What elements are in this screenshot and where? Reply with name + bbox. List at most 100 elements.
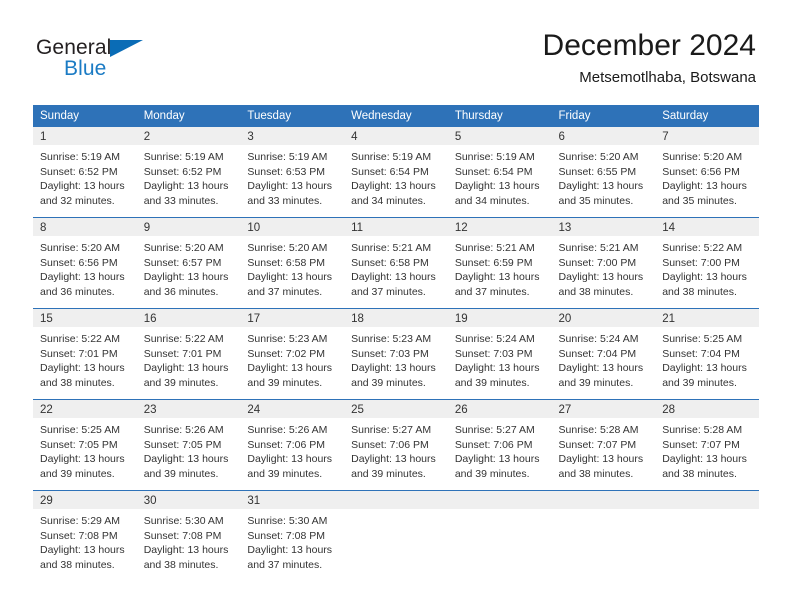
sunrise-time: Sunrise: 5:22 AM [143, 333, 224, 345]
calendar-day-cell[interactable]: 12 Sunrise: 5:21 AM Sunset: 6:59 PM Dayligh… [447, 217, 552, 309]
daylight-duration-line2: and 32 minutes. [40, 194, 115, 207]
calendar-day-cell[interactable]: 21 Sunrise: 5:25 AM Sunset: 7:04 PM Dayligh… [655, 308, 759, 400]
sunrise-time: Sunrise: 5:28 AM [662, 424, 743, 436]
day-details: Sunrise: 5:20 AM Sunset: 6:56 PM Daylight:… [655, 145, 759, 208]
day-details: Sunrise: 5:26 AM Sunset: 7:06 PM Daylight:… [240, 418, 344, 481]
day-details: Sunrise: 5:30 AM Sunset: 7:08 PM Daylight:… [240, 509, 344, 572]
daylight-duration-line1: Daylight: 13 hours [40, 180, 125, 193]
sunset-time: Sunset: 7:03 PM [351, 347, 429, 360]
day-number: 17 [240, 309, 345, 327]
daylight-duration-line2: and 33 minutes. [143, 194, 219, 207]
weekday-header-thursday: Thursday [447, 105, 552, 127]
calendar-day-cell[interactable]: 16 Sunrise: 5:22 AM Sunset: 7:01 PM Dayligh… [136, 308, 241, 400]
day-number: 20 [551, 309, 656, 327]
day-number: 19 [447, 309, 552, 327]
day-details: Sunrise: 5:19 AM Sunset: 6:52 PM Daylight:… [33, 145, 137, 208]
daylight-duration-line2: and 39 minutes. [143, 376, 219, 389]
day-details: Sunrise: 5:25 AM Sunset: 7:04 PM Daylight:… [655, 327, 759, 390]
calendar-day-cell[interactable]: 28 Sunrise: 5:28 AM Sunset: 7:07 PM Dayligh… [655, 399, 759, 491]
day-details: Sunrise: 5:19 AM Sunset: 6:54 PM Daylight:… [344, 145, 448, 208]
daylight-duration-line2: and 39 minutes. [351, 376, 426, 389]
calendar-day-cell[interactable]: 6 Sunrise: 5:20 AM Sunset: 6:55 PM Daylight… [551, 127, 656, 218]
calendar-day-cell[interactable]: 2 Sunrise: 5:19 AM Sunset: 6:52 PM Daylight… [136, 127, 241, 218]
daylight-duration-line1: Daylight: 13 hours [351, 180, 436, 193]
day-details: Sunrise: 5:28 AM Sunset: 7:07 PM Daylight:… [552, 418, 656, 481]
sunset-time: Sunset: 7:08 PM [247, 529, 326, 542]
calendar-day-cell-empty [447, 490, 552, 581]
daylight-duration-line1: Daylight: 13 hours [143, 180, 229, 193]
sunrise-time: Sunrise: 5:20 AM [40, 242, 120, 254]
sunset-time: Sunset: 7:01 PM [40, 347, 118, 360]
day-details: Sunrise: 5:21 AM Sunset: 6:58 PM Daylight:… [344, 236, 448, 299]
weekday-header-saturday: Saturday [655, 105, 759, 127]
calendar-week-row: 22 Sunrise: 5:25 AM Sunset: 7:05 PM Dayligh… [33, 399, 759, 491]
day-number: 25 [344, 400, 448, 418]
sunrise-time: Sunrise: 5:20 AM [143, 242, 224, 254]
calendar-day-cell[interactable]: 13 Sunrise: 5:21 AM Sunset: 7:00 PM Dayligh… [551, 217, 656, 309]
daylight-duration-line2: and 38 minutes. [558, 467, 634, 480]
sunset-time: Sunset: 7:01 PM [143, 347, 222, 360]
sunset-time: Sunset: 6:53 PM [247, 165, 326, 178]
calendar-day-cell[interactable]: 3 Sunrise: 5:19 AM Sunset: 6:53 PM Daylight… [240, 127, 345, 218]
calendar-day-cell[interactable]: 7 Sunrise: 5:20 AM Sunset: 6:56 PM Daylight… [655, 127, 759, 218]
calendar-day-cell[interactable]: 27 Sunrise: 5:28 AM Sunset: 7:07 PM Dayligh… [551, 399, 656, 491]
sunset-time: Sunset: 7:08 PM [143, 529, 222, 542]
calendar-day-cell[interactable]: 30 Sunrise: 5:30 AM Sunset: 7:08 PM Dayligh… [136, 490, 241, 581]
sunrise-time: Sunrise: 5:30 AM [143, 515, 224, 527]
calendar-day-cell[interactable]: 17 Sunrise: 5:23 AM Sunset: 7:02 PM Dayligh… [240, 308, 345, 400]
day-number: 16 [136, 309, 241, 327]
sunrise-time: Sunrise: 5:22 AM [40, 333, 120, 345]
calendar-day-cell[interactable]: 18 Sunrise: 5:23 AM Sunset: 7:03 PM Dayligh… [344, 308, 448, 400]
sunset-time: Sunset: 6:52 PM [143, 165, 222, 178]
sunset-time: Sunset: 6:58 PM [247, 256, 326, 269]
calendar-day-cell[interactable]: 10 Sunrise: 5:20 AM Sunset: 6:58 PM Dayligh… [240, 217, 345, 309]
daylight-duration-line1: Daylight: 13 hours [662, 271, 747, 284]
calendar-day-cell[interactable]: 24 Sunrise: 5:26 AM Sunset: 7:06 PM Dayligh… [240, 399, 345, 491]
daylight-duration-line2: and 39 minutes. [247, 467, 323, 480]
calendar-day-cell[interactable]: 19 Sunrise: 5:24 AM Sunset: 7:03 PM Dayligh… [447, 308, 552, 400]
day-details: Sunrise: 5:24 AM Sunset: 7:04 PM Daylight:… [552, 327, 656, 390]
daylight-duration-line2: and 39 minutes. [662, 376, 737, 389]
day-number: 1 [33, 127, 137, 145]
calendar-day-cell[interactable]: 25 Sunrise: 5:27 AM Sunset: 7:06 PM Dayligh… [344, 399, 448, 491]
calendar-day-cell[interactable]: 20 Sunrise: 5:24 AM Sunset: 7:04 PM Dayligh… [551, 308, 656, 400]
daylight-duration-line2: and 36 minutes. [40, 285, 115, 298]
sunset-time: Sunset: 7:06 PM [351, 438, 429, 451]
day-number: 30 [136, 491, 241, 509]
daylight-duration-line1: Daylight: 13 hours [40, 453, 125, 466]
calendar-day-cell[interactable]: 26 Sunrise: 5:27 AM Sunset: 7:06 PM Dayligh… [447, 399, 552, 491]
calendar-day-cell[interactable]: 11 Sunrise: 5:21 AM Sunset: 6:58 PM Dayligh… [344, 217, 448, 309]
calendar-day-cell[interactable]: 9 Sunrise: 5:20 AM Sunset: 6:57 PM Daylight… [136, 217, 241, 309]
day-details: Sunrise: 5:23 AM Sunset: 7:03 PM Daylight:… [344, 327, 448, 390]
day-details: Sunrise: 5:19 AM Sunset: 6:53 PM Daylight:… [240, 145, 344, 208]
logo-text-blue: Blue [64, 57, 107, 80]
sunrise-time: Sunrise: 5:20 AM [558, 151, 639, 163]
calendar-day-cell[interactable]: 4 Sunrise: 5:19 AM Sunset: 6:54 PM Daylight… [344, 127, 448, 218]
day-number: 13 [551, 218, 656, 236]
sunrise-time: Sunrise: 5:24 AM [558, 333, 639, 345]
calendar-week-row: 29 Sunrise: 5:29 AM Sunset: 7:08 PM Dayligh… [33, 490, 759, 581]
calendar-day-cell[interactable]: 22 Sunrise: 5:25 AM Sunset: 7:05 PM Dayligh… [33, 399, 137, 491]
sunrise-time: Sunrise: 5:28 AM [558, 424, 639, 436]
sunset-time: Sunset: 7:08 PM [40, 529, 118, 542]
calendar-day-cell[interactable]: 1 Sunrise: 5:19 AM Sunset: 6:52 PM Daylight… [33, 127, 137, 218]
calendar-day-cell[interactable]: 14 Sunrise: 5:22 AM Sunset: 7:00 PM Dayligh… [655, 217, 759, 309]
daylight-duration-line2: and 38 minutes. [662, 285, 737, 298]
daylight-duration-line2: and 39 minutes. [454, 467, 530, 480]
sunrise-time: Sunrise: 5:19 AM [40, 151, 120, 163]
sunrise-time: Sunrise: 5:30 AM [247, 515, 328, 527]
day-details [551, 509, 656, 514]
day-details: Sunrise: 5:23 AM Sunset: 7:02 PM Daylight:… [240, 327, 344, 390]
day-number: 4 [344, 127, 448, 145]
sunset-time: Sunset: 6:55 PM [558, 165, 637, 178]
calendar-day-cell[interactable]: 8 Sunrise: 5:20 AM Sunset: 6:56 PM Daylight… [33, 217, 137, 309]
calendar-day-cell[interactable]: 31 Sunrise: 5:30 AM Sunset: 7:08 PM Dayligh… [240, 490, 345, 581]
daylight-duration-line1: Daylight: 13 hours [143, 544, 229, 557]
calendar-day-cell[interactable]: 23 Sunrise: 5:26 AM Sunset: 7:05 PM Dayligh… [136, 399, 241, 491]
daylight-duration-line2: and 35 minutes. [558, 194, 634, 207]
calendar-day-cell[interactable]: 5 Sunrise: 5:19 AM Sunset: 6:54 PM Daylight… [447, 127, 552, 218]
daylight-duration-line2: and 38 minutes. [40, 558, 115, 571]
calendar-day-cell[interactable]: 15 Sunrise: 5:22 AM Sunset: 7:01 PM Dayligh… [33, 308, 137, 400]
day-number: 6 [551, 127, 656, 145]
calendar-day-cell[interactable]: 29 Sunrise: 5:29 AM Sunset: 7:08 PM Dayligh… [33, 490, 137, 581]
